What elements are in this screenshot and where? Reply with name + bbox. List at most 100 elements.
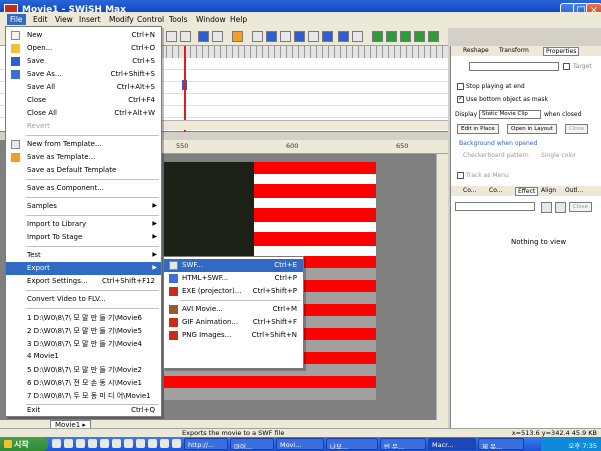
menu-edit[interactable]: Edit xyxy=(30,14,51,25)
quicklaunch-icon[interactable] xyxy=(52,439,61,448)
menu-item-export-swf[interactable]: SWF... Ctrl+E xyxy=(164,259,303,272)
menu-item-export-exe[interactable]: EXE (projector)... Ctrl+Shift+P xyxy=(164,285,303,298)
taskbar-item[interactable]: 마이... xyxy=(230,438,274,450)
redo-icon[interactable] xyxy=(212,31,223,42)
quicklaunch-icon[interactable] xyxy=(112,439,121,448)
taskbar-item[interactable]: 제 목... xyxy=(478,438,524,450)
stage-image-block[interactable] xyxy=(164,162,254,258)
menu-control[interactable]: Control xyxy=(134,14,167,25)
menu-item-export-png[interactable]: PNG Images... Ctrl+Shift+N xyxy=(164,329,303,342)
menu-window[interactable]: Window xyxy=(193,14,229,25)
delete-icon[interactable] xyxy=(555,202,566,213)
quicklaunch-icon[interactable] xyxy=(124,439,133,448)
menu-file[interactable]: File xyxy=(7,14,26,25)
quicklaunch-icon[interactable] xyxy=(88,439,97,448)
menu-item-new[interactable]: New Ctrl+N xyxy=(6,29,161,42)
bottom-mask-checkbox[interactable] xyxy=(457,95,464,103)
taskbar-item[interactable]: Movi... xyxy=(276,438,324,450)
quicklaunch-icon[interactable] xyxy=(136,439,145,448)
menu-item-new-from-template[interactable]: New from Template... xyxy=(6,138,161,151)
play-effect-icon[interactable] xyxy=(294,31,305,42)
track-as-menu-checkbox[interactable] xyxy=(457,172,464,179)
menu-modify[interactable]: Modify xyxy=(106,14,137,25)
menu-help[interactable]: Help xyxy=(227,14,250,25)
taskbar-item[interactable]: 나모... xyxy=(326,438,378,450)
menu-item-save[interactable]: Save Ctrl+S xyxy=(6,55,161,68)
single-color-option[interactable]: Single color xyxy=(541,152,576,159)
menu-item-import-stage[interactable]: Import To Stage ▶ xyxy=(6,231,161,244)
menu-item-recent-1[interactable]: 1 D:\W0\8\7\ 모 말 만 들 기\Movie6 xyxy=(6,311,161,324)
menu-item-save-as[interactable]: Save As... Ctrl+Shift+S xyxy=(6,68,161,81)
display-select[interactable]: Static Movie Clip xyxy=(479,110,541,119)
menu-item-export-avi[interactable]: AVI Movie... Ctrl+M xyxy=(164,303,303,316)
menu-view[interactable]: View xyxy=(52,14,76,25)
menu-item-save-as-component[interactable]: Save as Component... xyxy=(6,182,161,195)
quicklaunch-icon[interactable] xyxy=(148,439,157,448)
step-back-icon[interactable] xyxy=(322,31,333,42)
effect-1-icon[interactable] xyxy=(372,31,383,42)
effect-3-icon[interactable] xyxy=(400,31,411,42)
menu-item-save-as-template[interactable]: Save as Template... xyxy=(6,151,161,164)
menu-item-save-default-template[interactable]: Save as Default Template xyxy=(6,164,161,177)
play-scene-icon[interactable] xyxy=(280,31,291,42)
name-field[interactable] xyxy=(469,62,559,71)
menu-item-test[interactable]: Test ▶ xyxy=(6,249,161,262)
menu-tools[interactable]: Tools xyxy=(166,14,190,25)
undo-icon[interactable] xyxy=(198,31,209,42)
quicklaunch-icon[interactable] xyxy=(76,439,85,448)
stop-playing-checkbox[interactable] xyxy=(457,83,464,90)
start-button[interactable]: 시작 xyxy=(0,437,48,451)
menu-item-recent-4[interactable]: 4 Movie1 xyxy=(6,350,161,363)
effect-2-icon[interactable] xyxy=(386,31,397,42)
menu-item-exit[interactable]: Exit Ctrl+Q xyxy=(6,404,161,417)
menu-item-recent-5[interactable]: 5 D:\W0\8\7\ 모 말 만 들 기\Movie2 xyxy=(6,363,161,376)
quicklaunch-icon[interactable] xyxy=(172,439,181,448)
target-checkbox[interactable] xyxy=(563,63,570,70)
menu-insert[interactable]: Insert xyxy=(76,14,104,25)
end-icon[interactable] xyxy=(352,31,363,42)
play-icon[interactable] xyxy=(266,31,277,42)
paste-icon[interactable] xyxy=(180,31,191,42)
menu-item-export-html[interactable]: HTML+SWF... Ctrl+P xyxy=(164,272,303,285)
copy-icon[interactable] xyxy=(166,31,177,42)
settings-icon[interactable] xyxy=(541,202,552,213)
quicklaunch-icon[interactable] xyxy=(160,439,169,448)
menu-item-samples[interactable]: Samples ▶ xyxy=(6,200,161,213)
tab-outline[interactable]: Outl... xyxy=(565,187,583,194)
menu-item-export-settings[interactable]: Export Settings... Ctrl+Shift+F12 xyxy=(6,275,161,288)
tab-transform[interactable]: Transform xyxy=(499,47,529,54)
menu-item-export-gif[interactable]: GIF Animation... Ctrl+Shift+F xyxy=(164,316,303,329)
menu-item-recent-7[interactable]: 7 D:\W0\8\7\ 두 모 동 미 디 어\Movie1 xyxy=(6,389,161,402)
menu-item-recent-3[interactable]: 3 D:\W0\8\7\ 모 말 만 들 기\Movie4 xyxy=(6,337,161,350)
edit-in-place-button[interactable]: Edit in Place xyxy=(457,124,499,134)
open-in-layout-button[interactable]: Open in Layout xyxy=(507,124,557,134)
close-effect-button[interactable]: Close xyxy=(569,202,592,212)
menu-item-close[interactable]: Close Ctrl+F4 xyxy=(6,94,161,107)
taskbar-item[interactable]: http://... xyxy=(184,438,228,450)
timeline-ruler[interactable] xyxy=(160,46,448,58)
tab-content[interactable]: Co... xyxy=(463,187,476,194)
tab-component[interactable]: Co... xyxy=(489,187,502,194)
menu-item-convert-video[interactable]: Convert Video to FLV... xyxy=(6,293,161,306)
checkerboard-option[interactable]: Checkerboard pattern xyxy=(463,152,529,159)
quicklaunch-icon[interactable] xyxy=(100,439,109,448)
menu-item-open[interactable]: Open... Ctrl+O xyxy=(6,42,161,55)
menu-item-recent-2[interactable]: 2 D:\W0\8\7\ 모 말 만 들 기\Movie5 xyxy=(6,324,161,337)
tab-reshape[interactable]: Reshape xyxy=(463,47,489,54)
tab-properties[interactable]: Properties xyxy=(543,47,580,56)
close-button-panel[interactable]: Close xyxy=(565,124,588,134)
tab-align[interactable]: Align xyxy=(541,187,556,194)
menu-item-recent-6[interactable]: 6 D:\W0\8\7\ 전 모 손 동 시\Movie1 xyxy=(6,376,161,389)
stop-icon[interactable] xyxy=(252,31,263,42)
effect-select[interactable] xyxy=(455,202,535,211)
stage-vertical-scrollbar[interactable] xyxy=(436,154,448,428)
taskbar-item[interactable]: Macr... xyxy=(428,438,476,450)
timeline-scrollbar[interactable] xyxy=(160,120,448,130)
quicklaunch-icon[interactable] xyxy=(64,439,73,448)
menu-item-close-all[interactable]: Close All Ctrl+Alt+W xyxy=(6,107,161,120)
menu-item-save-all[interactable]: Save All Ctrl+Alt+S xyxy=(6,81,161,94)
effect-4-icon[interactable] xyxy=(414,31,425,42)
menu-item-export[interactable]: Export ▶ xyxy=(6,262,161,275)
rewind-icon[interactable] xyxy=(308,31,319,42)
menu-item-import-library[interactable]: Import to Library ▶ xyxy=(6,218,161,231)
